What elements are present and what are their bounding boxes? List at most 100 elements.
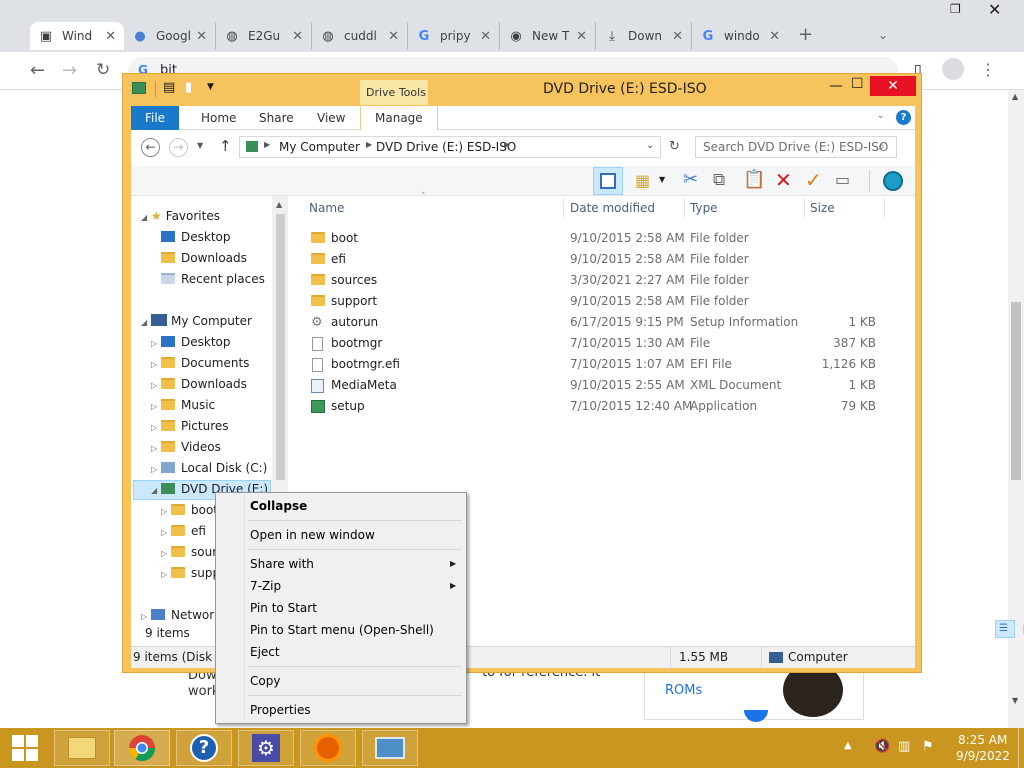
menu-item-collapse[interactable]: Collapse — [250, 496, 307, 516]
nav-pc-downloads[interactable]: Downloads — [161, 374, 247, 394]
nav-dvd-support[interactable]: supp — [171, 563, 220, 583]
expand-triangle-icon[interactable]: ▷ — [161, 528, 167, 537]
large-icons-view-icon[interactable]: ▣ — [1019, 620, 1024, 638]
tab-manage[interactable]: Manage — [360, 106, 438, 130]
breadcrumb-dvd-drive[interactable]: DVD Drive (E:) ESD-ISO — [376, 140, 516, 154]
close-tab-icon[interactable]: ✕ — [672, 29, 683, 44]
expand-triangle-icon[interactable]: ▷ — [151, 402, 157, 411]
explorer-titlebar[interactable]: ▤ ▮ ▼ Drive Tools DVD Drive (E:) ESD-ISO… — [123, 74, 921, 105]
options-dropdown-icon[interactable]: ▼ — [659, 175, 665, 184]
browser-restore-icon[interactable]: ❐ — [950, 2, 961, 16]
folder-options-icon[interactable]: ▦ — [635, 171, 650, 190]
maximize-icon[interactable]: ☐ — [851, 76, 864, 92]
properties-qat-icon[interactable]: ▤ — [163, 80, 175, 95]
scroll-up-icon[interactable]: ▲ — [276, 200, 282, 209]
page-link-roms[interactable]: ROMs — [665, 683, 702, 698]
expand-triangle-icon[interactable]: ▷ — [161, 549, 167, 558]
back-button-icon[interactable]: ← — [141, 138, 160, 157]
clock-time[interactable]: 8:25 AM — [958, 733, 1007, 747]
nav-pc-desktop[interactable]: Desktop — [161, 332, 231, 352]
expand-triangle-icon[interactable]: ▷ — [141, 612, 147, 621]
nav-dvd-sources[interactable]: sour — [171, 542, 217, 562]
nav-network[interactable]: Network — [151, 605, 221, 625]
browser-tab-1[interactable]: ● Googl ✕ — [124, 22, 216, 50]
table-row[interactable]: sources 3/30/2021 2:27 AM File folder — [299, 270, 899, 291]
tab-view[interactable]: View — [303, 106, 359, 130]
nav-fav-desktop[interactable]: Desktop — [161, 227, 231, 247]
close-tab-icon[interactable]: ✕ — [480, 29, 491, 44]
nav-pc-music[interactable]: Music — [161, 395, 215, 415]
ribbon-expand-chevron-icon[interactable]: ⌄ — [877, 111, 885, 121]
nav-scrollbar-thumb[interactable] — [276, 214, 285, 480]
close-tab-icon[interactable]: ✕ — [388, 29, 399, 44]
column-divider[interactable] — [563, 198, 564, 218]
browser-tab-0[interactable]: ▣ Wind ✕ — [30, 22, 124, 50]
table-row[interactable]: bootmgr 7/10/2015 1:30 AM File 387 KB — [299, 333, 899, 354]
volume-muted-icon[interactable]: 🔇 — [874, 739, 890, 754]
expand-triangle-icon[interactable]: ▷ — [151, 360, 157, 369]
nav-favorites[interactable]: ★ Favorites — [151, 206, 220, 226]
expand-triangle-icon[interactable]: ▷ — [151, 465, 157, 474]
column-header-name[interactable]: Name — [309, 196, 344, 220]
taskbar-help[interactable]: ? — [176, 730, 232, 766]
details-view-button[interactable]: ☰ — [995, 620, 1015, 638]
back-arrow-icon[interactable]: ← — [30, 60, 45, 81]
taskbar-settings[interactable]: ⚙ — [238, 730, 294, 766]
up-arrow-icon[interactable]: ↑ — [219, 137, 232, 155]
column-header-size[interactable]: Size — [810, 196, 835, 220]
close-button[interactable]: ✕ — [870, 76, 916, 96]
nav-fav-downloads[interactable]: Downloads — [161, 248, 247, 268]
menu-item-share-with[interactable]: Share with — [250, 554, 314, 574]
collapse-triangle-icon[interactable]: ◢ — [141, 318, 147, 327]
browser-tab-3[interactable]: ◍ cuddl ✕ — [312, 22, 408, 50]
copy-icon[interactable]: ⧉ — [713, 170, 725, 190]
tab-search-chevron-icon[interactable]: ⌄ — [878, 28, 888, 42]
column-divider[interactable] — [684, 198, 685, 218]
chrome-menu-icon[interactable]: ⋮ — [980, 60, 996, 79]
expand-triangle-icon[interactable]: ▷ — [151, 381, 157, 390]
tray-expand-icon[interactable]: ▲ — [844, 740, 852, 751]
close-tab-icon[interactable]: ✕ — [292, 29, 303, 44]
help-icon[interactable]: ? — [896, 110, 911, 125]
forward-arrow-icon[interactable]: → — [62, 60, 77, 81]
scroll-down-icon[interactable]: ▼ — [1012, 696, 1018, 705]
clock-date[interactable]: 9/9/2022 — [956, 749, 1010, 763]
new-tab-plus-icon[interactable]: + — [798, 24, 813, 45]
table-row[interactable]: support 9/10/2015 2:58 AM File folder — [299, 291, 899, 312]
taskbar-chrome[interactable] — [114, 730, 170, 766]
close-tab-icon[interactable]: ✕ — [196, 29, 207, 44]
table-row[interactable]: efi 9/10/2015 2:58 AM File folder — [299, 249, 899, 270]
preview-pane-button[interactable] — [593, 167, 623, 195]
recent-locations-chevron-icon[interactable]: ▼ — [197, 141, 203, 150]
cut-icon[interactable]: ✂ — [683, 169, 698, 190]
nav-pc-documents[interactable]: Documents — [161, 353, 249, 373]
menu-item-copy[interactable]: Copy — [250, 671, 280, 691]
address-path-box[interactable]: ▶ My Computer ▶ DVD Drive (E:) ESD-ISO ▶… — [239, 136, 661, 158]
browser-close-icon[interactable]: ✕ — [988, 0, 1001, 19]
browser-tab-6[interactable]: ⤓ Down ✕ — [596, 22, 692, 50]
table-row[interactable]: boot 9/10/2015 2:58 AM File folder — [299, 228, 899, 249]
expand-triangle-icon[interactable]: ▷ — [161, 507, 167, 516]
check-icon[interactable]: ✓ — [805, 168, 822, 192]
table-row[interactable]: setup 7/10/2015 12:40 AM Application 79 … — [299, 396, 899, 417]
search-icon[interactable]: ⌕ — [878, 139, 885, 154]
browser-tab-7[interactable]: G windo ✕ — [692, 22, 788, 50]
column-divider[interactable] — [804, 198, 805, 218]
column-header-date[interactable]: Date modified — [570, 196, 655, 220]
table-row[interactable]: ⚙ autorun 6/17/2015 9:15 PM Setup Inform… — [299, 312, 899, 333]
reload-icon[interactable]: ↻ — [96, 60, 110, 80]
expand-triangle-icon[interactable]: ▷ — [151, 339, 157, 348]
column-header-type[interactable]: Type — [690, 196, 718, 220]
minimize-icon[interactable]: — — [829, 78, 843, 94]
action-center-icon[interactable]: ⚑ — [922, 739, 934, 754]
nav-pc-local-disk[interactable]: Local Disk (C:) — [161, 458, 267, 478]
menu-item-pin-open-shell[interactable]: Pin to Start menu (Open-Shell) — [250, 620, 434, 640]
tab-share[interactable]: Share — [245, 106, 308, 130]
address-history-chevron-icon[interactable]: ⌄ — [646, 140, 654, 151]
expand-triangle-icon[interactable]: ▷ — [151, 444, 157, 453]
tab-file[interactable]: File — [131, 106, 179, 130]
browser-tab-4[interactable]: G pripy ✕ — [408, 22, 500, 50]
browser-tab-2[interactable]: ◍ E2Gu ✕ — [216, 22, 312, 50]
column-divider[interactable] — [884, 198, 885, 218]
taskbar-file-explorer[interactable] — [54, 730, 110, 766]
